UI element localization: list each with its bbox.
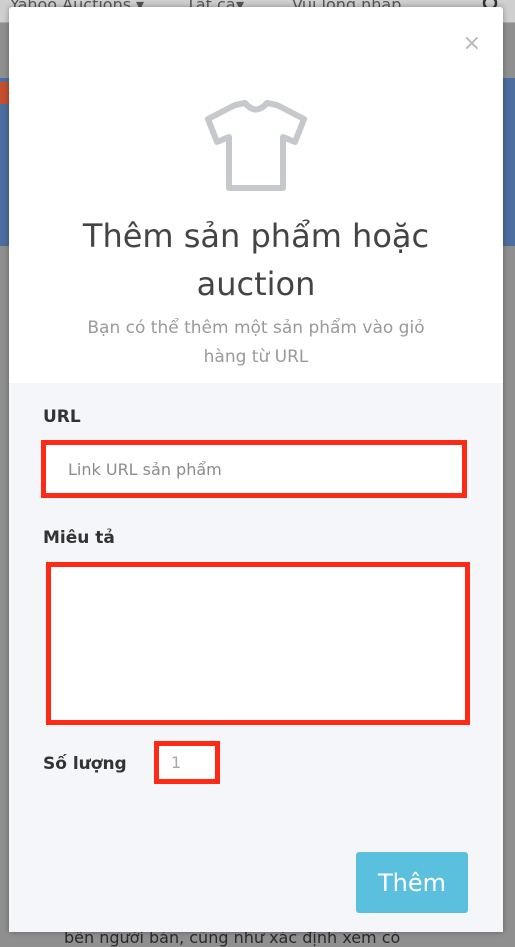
url-field-highlight [41,440,467,498]
url-label: URL [43,407,81,427]
quantity-input[interactable] [159,746,215,779]
description-textarea[interactable] [51,567,465,720]
modal-title: Thêm sản phẩm hoặc auction [82,217,430,303]
modal-subtitle: Bạn có thể thêm một sản phẩm vào giỏ hàn… [87,318,425,367]
close-icon[interactable]: × [463,33,481,55]
description-field-highlight [46,562,470,725]
tshirt-icon [205,100,307,191]
quantity-label: Số lượng [43,754,127,774]
description-label: Miêu tả [43,528,115,548]
url-input[interactable] [46,445,462,493]
add-button[interactable]: Thêm [356,852,468,913]
quantity-field-highlight [154,741,220,784]
add-product-modal: × Thêm sản phẩm hoặc auction Bạn có thể … [9,7,503,932]
